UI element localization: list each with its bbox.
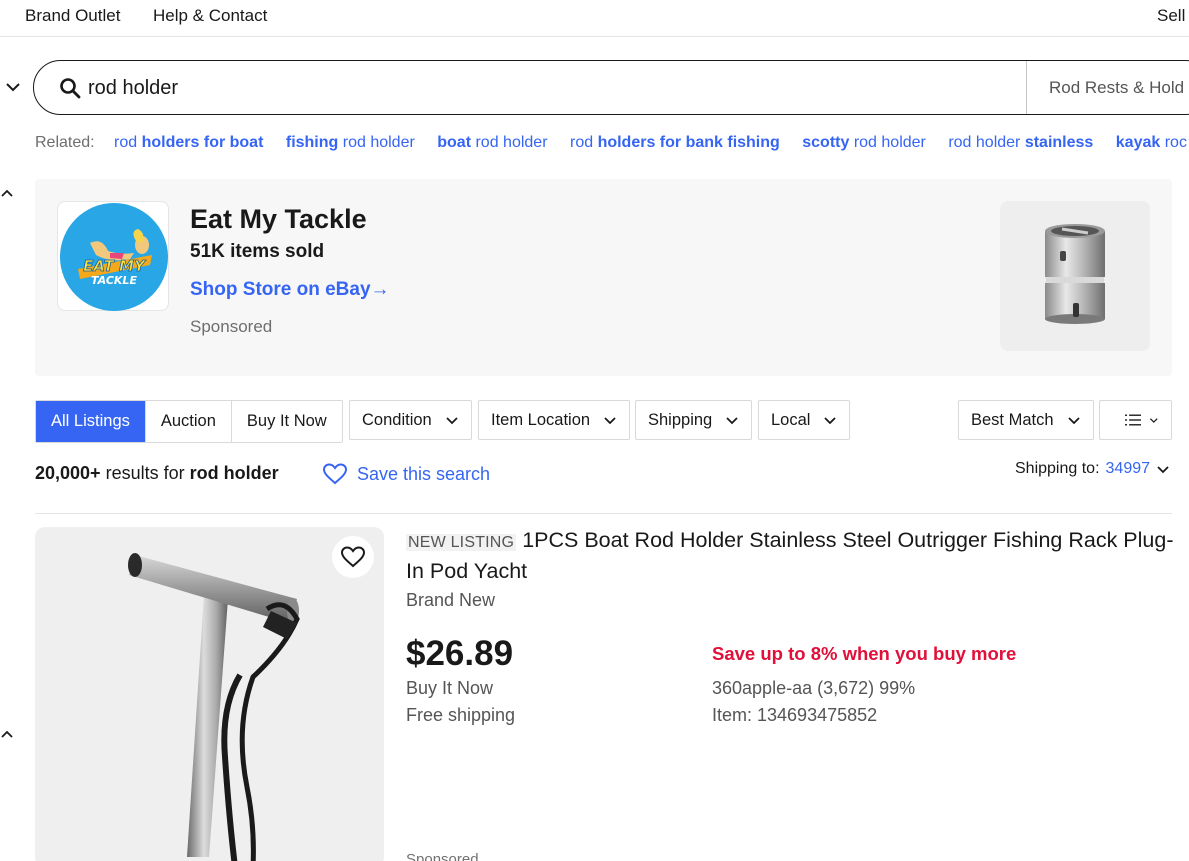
seller-info: 360apple-aa (3,672) 99%: [712, 678, 916, 698]
rod-holder-product-image: [128, 553, 300, 861]
chevron-down-icon[interactable]: [4, 78, 22, 96]
condition-filter[interactable]: Condition: [349, 400, 472, 440]
listing-image[interactable]: [35, 527, 384, 861]
tab-auction[interactable]: Auction: [146, 401, 232, 442]
local-filter-label: Local: [771, 411, 811, 429]
chevron-down-icon: [1157, 466, 1169, 474]
related-link[interactable]: rod holders for bank fishing: [570, 134, 780, 151]
heart-icon: [341, 546, 365, 568]
brand-outlet-link[interactable]: Brand Outlet: [25, 6, 120, 26]
chevron-down-icon: [726, 417, 738, 425]
related-link[interactable]: boat rod holder: [437, 134, 547, 151]
tab-all-listings[interactable]: All Listings: [36, 401, 146, 442]
chevron-down-icon: [446, 417, 458, 425]
listing-shipping: Free shipping: [406, 705, 516, 725]
related-searches: Related: rod holders for boat fishing ro…: [35, 134, 1189, 156]
item-location-filter-label: Item Location: [491, 411, 591, 429]
chevron-up-icon[interactable]: [0, 728, 14, 742]
store-logo-frame[interactable]: EAT MY TACKLE: [57, 201, 169, 311]
shipping-filter-label: Shipping: [648, 411, 713, 429]
shop-store-link[interactable]: Shop Store on eBay→: [190, 279, 390, 301]
ship-to-label: Shipping to:: [1015, 460, 1100, 477]
divider: [35, 513, 1172, 514]
store-product-image[interactable]: [1000, 201, 1150, 351]
listing-title-text[interactable]: 1PCS Boat Rod Holder Stainless Steel Out…: [406, 528, 1173, 583]
sell-link[interactable]: Sell: [1157, 6, 1185, 26]
listing-price: $26.89: [406, 634, 514, 673]
shipping-to-selector[interactable]: Shipping to: 34997: [1015, 460, 1170, 478]
view-toggle[interactable]: [1099, 400, 1172, 440]
related-link[interactable]: rod holders for boat: [114, 134, 263, 151]
sponsored-label: Sponsored: [406, 851, 479, 861]
sponsored-label: Sponsored: [190, 317, 273, 336]
logo-text: EAT MY: [83, 257, 147, 275]
related-link[interactable]: scotty rod holder: [802, 134, 926, 151]
related-label: Related:: [35, 134, 95, 151]
local-filter[interactable]: Local: [758, 400, 851, 440]
results-count: 20,000+ results for rod holder: [35, 463, 279, 483]
store-logo: EAT MY TACKLE: [60, 203, 168, 311]
zip-code: 34997: [1105, 460, 1151, 477]
store-banner[interactable]: EAT MY TACKLE Eat My Tackle 51K items so…: [35, 179, 1172, 376]
listing-type-tabs: All Listings Auction Buy It Now: [35, 400, 343, 443]
related-link[interactable]: rod holder stainless: [948, 134, 1093, 151]
item-location-filter[interactable]: Item Location: [478, 400, 631, 440]
listing-condition: Brand New: [406, 590, 496, 610]
watch-button[interactable]: [332, 536, 374, 578]
chevron-up-icon[interactable]: [0, 187, 14, 201]
listing-title[interactable]: NEW LISTING 1PCS Boat Rod Holder Stainle…: [406, 526, 1176, 586]
chevron-down-icon: [1150, 418, 1159, 423]
help-contact-link[interactable]: Help & Contact: [153, 6, 267, 26]
shipping-filter[interactable]: Shipping: [635, 400, 753, 440]
search-input[interactable]: [88, 73, 988, 103]
arrow-right-icon: →: [370, 279, 390, 300]
search-bar: Rod Rests & Hold: [33, 60, 1189, 115]
listing-format: Buy It Now: [406, 678, 494, 698]
top-nav: Brand Outlet Help & Contact Sell: [0, 0, 1189, 37]
related-link[interactable]: kayak roc: [1116, 134, 1187, 151]
listing-promo: Save up to 8% when you buy more: [712, 643, 1017, 664]
save-search-label: Save this search: [357, 463, 491, 484]
search-icon: [60, 78, 81, 99]
logo-text: TACKLE: [91, 274, 137, 287]
store-items-sold: 51K items sold: [190, 241, 325, 262]
sort-dropdown[interactable]: Best Match: [958, 400, 1094, 440]
chevron-down-icon: [604, 417, 616, 425]
category-select[interactable]: Rod Rests & Hold: [1026, 61, 1189, 114]
item-number: Item: 134693475852: [712, 705, 878, 725]
save-search-button[interactable]: Save this search: [323, 463, 490, 485]
store-name[interactable]: Eat My Tackle: [190, 204, 367, 235]
list-view-icon: [1125, 414, 1142, 426]
rod-holder-cylinder-image: [1045, 224, 1105, 324]
sort-label: Best Match: [971, 411, 1054, 429]
condition-filter-label: Condition: [362, 411, 432, 429]
chevron-down-icon: [824, 417, 837, 425]
tab-buy-it-now[interactable]: Buy It Now: [232, 401, 342, 442]
new-listing-badge: NEW LISTING: [406, 534, 517, 551]
heart-icon: [323, 463, 347, 485]
related-link[interactable]: fishing rod holder: [286, 134, 415, 151]
chevron-down-icon: [1067, 417, 1080, 425]
